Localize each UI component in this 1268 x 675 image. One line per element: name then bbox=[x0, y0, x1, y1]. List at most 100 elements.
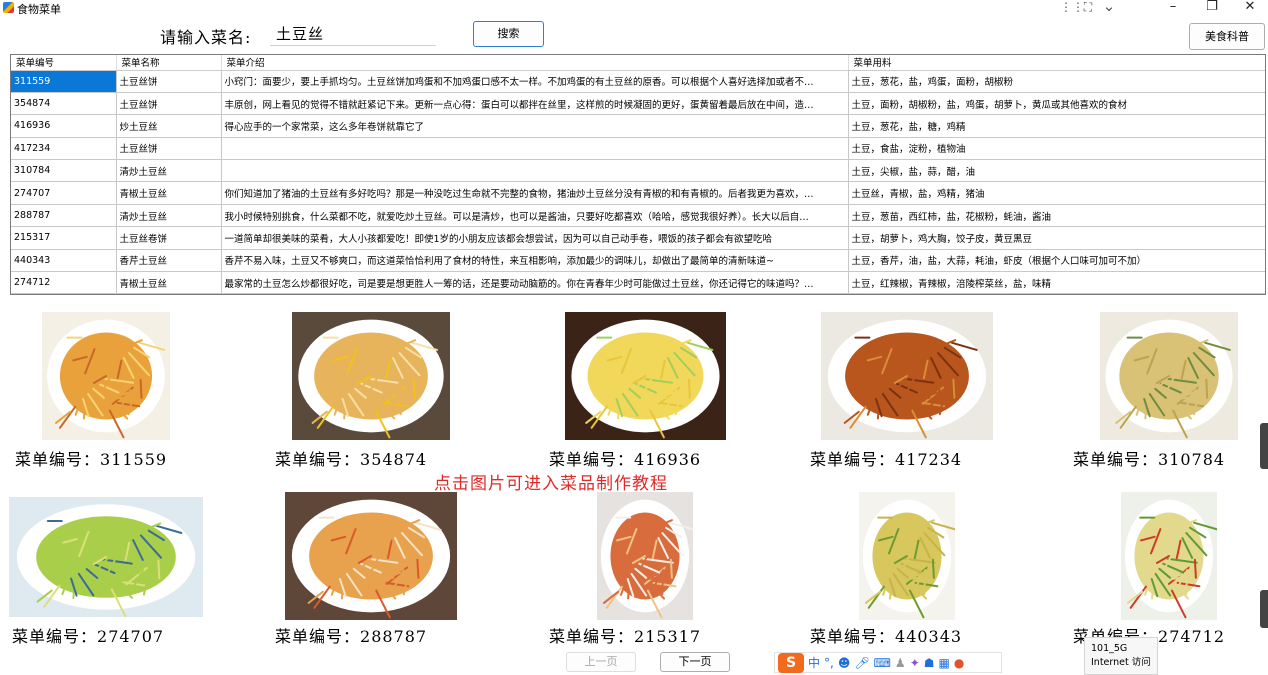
side-edge-handle[interactable] bbox=[1260, 423, 1268, 469]
cell-id[interactable]: 310784 bbox=[11, 159, 117, 183]
menu-table[interactable]: 菜单编号 菜单名称 菜单介绍 菜单用料 311559 土豆丝饼 小窍门：面要少，要上… bbox=[10, 54, 1266, 295]
column-header-intro[interactable]: 菜单介绍 bbox=[221, 55, 849, 71]
chevron-down-icon[interactable]: ⌄ bbox=[1100, 0, 1118, 15]
cell-id[interactable]: 288787 bbox=[11, 204, 117, 228]
table-row[interactable]: 274707 青椒土豆丝 你们知道加了猪油的土豆丝有多好吃吗？那是一种没吃过生命就不… bbox=[11, 181, 1265, 205]
cell-name[interactable]: 土豆丝饼 bbox=[116, 92, 222, 116]
cell-ingredients[interactable]: 土豆，胡萝卜，鸡大胸，饺子皮，黄豆黑豆 bbox=[848, 226, 1265, 250]
skin-icon[interactable]: ♟ bbox=[895, 656, 906, 670]
caption-prefix: 菜单编号： bbox=[15, 450, 101, 469]
cell-intro[interactable]: 你们知道加了猪油的土豆丝有多好吃吗？那是一种没吃过生命就不完整的食物，猪油炒土豆… bbox=[221, 181, 849, 205]
cell-name[interactable]: 土豆丝饼 bbox=[116, 70, 222, 93]
sogou-logo-icon[interactable]: S bbox=[778, 652, 804, 673]
maximize-button[interactable]: ❐ bbox=[1192, 0, 1232, 15]
tomato-potato-photo[interactable] bbox=[285, 492, 457, 620]
column-header-ingredients[interactable]: 菜单用料 bbox=[848, 55, 1265, 71]
stir-fried-potato-photo[interactable] bbox=[1100, 312, 1238, 440]
cell-name[interactable]: 青椒土豆丝 bbox=[116, 271, 222, 294]
chili-potato-photo[interactable] bbox=[1121, 492, 1217, 620]
keyboard-icon[interactable]: ⌨ bbox=[874, 656, 891, 670]
cell-name[interactable]: 清炒土豆丝 bbox=[116, 159, 222, 183]
column-header-id[interactable]: 菜单编号 bbox=[11, 55, 117, 71]
potato-nest-egg-photo[interactable] bbox=[292, 312, 450, 440]
cell-intro[interactable]: 丰原创，网上看见的觉得不错就赶紧记下来。更新一点心得：蛋白可以都拌在丝里，这样煎… bbox=[221, 92, 849, 116]
cell-ingredients[interactable]: 土豆，葱苗，西红柿，盐，花椒粉，蚝油，酱油 bbox=[848, 204, 1265, 228]
cell-ingredients[interactable]: 土豆，红辣椒，青辣椒，涪陵榨菜丝，盐，味精 bbox=[848, 271, 1265, 294]
table-row[interactable]: 416936 炒土豆丝 得心应手的一个家常菜，这么多年卷饼就靠它了 土豆，葱花，盐，糖… bbox=[11, 114, 1265, 138]
cell-intro[interactable]: 一道简单却很美味的菜肴，大人小孩都爱吃！即使1岁的小朋友应该都会想尝试，因为可以… bbox=[221, 226, 849, 250]
table-row[interactable]: 310784 清炒土豆丝 土豆，尖椒，盐，蒜，醋，油 bbox=[11, 159, 1265, 183]
food-science-button[interactable]: 美食科普 bbox=[1189, 23, 1265, 50]
cell-id[interactable]: 215317 bbox=[11, 226, 117, 250]
shredded-potato-photo[interactable] bbox=[565, 312, 726, 440]
table-row[interactable]: 274712 青椒土豆丝 最家常的土豆怎么炒都很好吃，司是要是想更胜人一筹的话，还是… bbox=[11, 271, 1265, 294]
cell-intro[interactable]: 小窍门：面要少，要上手抓均匀。土豆丝饼加鸡蛋和不加鸡蛋口感不太一样。不加鸡蛋的有… bbox=[221, 70, 849, 93]
cell-ingredients[interactable]: 土豆，葱花，盐，鸡蛋，面粉，胡椒粉 bbox=[848, 70, 1265, 93]
prev-page-button[interactable]: 上一页 bbox=[566, 652, 636, 672]
emoji-icon[interactable]: ☻ bbox=[838, 656, 851, 670]
cell-intro[interactable]: 最家常的土豆怎么炒都很好吃，司是要是想更胜人一筹的话，还是要动动脑筋的。你在青春… bbox=[221, 271, 849, 294]
caption-prefix: 菜单编号： bbox=[810, 450, 896, 469]
cell-name[interactable]: 香芹土豆丝 bbox=[116, 249, 222, 273]
cell-id[interactable]: 417234 bbox=[11, 137, 117, 161]
grid-icon[interactable]: ▦ bbox=[939, 656, 950, 670]
cell-id[interactable]: 274712 bbox=[11, 271, 117, 294]
green-pepper-potato-photo[interactable] bbox=[9, 497, 203, 617]
drag-grip-icon[interactable]: ⋮⋮ bbox=[1060, 0, 1084, 14]
crispy-potato-cake-photo[interactable] bbox=[821, 312, 993, 440]
cell-name[interactable]: 青椒土豆丝 bbox=[116, 181, 222, 205]
table-row[interactable]: 288787 清炒土豆丝 我小时候特别挑食，什么菜都不吃，就爱吃炒土豆丝。可以是清炒… bbox=[11, 204, 1265, 228]
side-edge-handle[interactable] bbox=[1260, 590, 1268, 628]
potato-pancake-photo[interactable] bbox=[42, 312, 170, 440]
cell-name[interactable]: 土豆丝饼 bbox=[116, 137, 222, 161]
minimize-button[interactable]: – bbox=[1153, 0, 1193, 15]
ime-mode-chinese[interactable]: 中 bbox=[808, 654, 820, 671]
user-icon[interactable]: ● bbox=[954, 656, 964, 670]
ime-toolbar[interactable]: S 中 °, ☻ 🎤︎ ⌨ ♟ ✦ ☗ ▦ ● bbox=[774, 652, 1002, 673]
cell-name[interactable]: 土豆丝卷饼 bbox=[116, 226, 222, 250]
cell-intro[interactable]: 得心应手的一个家常菜，这么多年卷饼就靠它了 bbox=[221, 114, 849, 138]
search-input[interactable] bbox=[270, 22, 436, 46]
table-row[interactable]: 440343 香芹土豆丝 香芹不易入味，土豆又不够爽口，而这道菜恰恰利用了食材的特性… bbox=[11, 249, 1265, 273]
cell-id[interactable]: 440343 bbox=[11, 249, 117, 273]
table-row[interactable]: 417234 土豆丝饼 土豆，食盐，淀粉，植物油 bbox=[11, 137, 1265, 161]
cell-intro[interactable] bbox=[221, 159, 849, 183]
toolbox-icon[interactable]: ✦ bbox=[910, 656, 920, 670]
dish-id-caption: 菜单编号：310784 bbox=[1073, 446, 1225, 470]
table-row[interactable]: 354874 土豆丝饼 丰原创，网上看见的觉得不错就赶紧记下来。更新一点心得：蛋白可… bbox=[11, 92, 1265, 116]
cell-ingredients[interactable]: 土豆，食盐，淀粉，植物油 bbox=[848, 137, 1265, 161]
caption-dish-id: 311559 bbox=[100, 450, 168, 469]
cell-id[interactable]: 274707 bbox=[11, 181, 117, 205]
cell-intro[interactable] bbox=[221, 137, 849, 161]
cell-intro[interactable]: 香芹不易入味，土豆又不够爽口，而这道菜恰恰利用了食材的特性，来互相影响，添加最少… bbox=[221, 249, 849, 273]
cell-id[interactable]: 311559 bbox=[11, 70, 117, 93]
caption-prefix: 菜单编号： bbox=[1073, 450, 1159, 469]
game-icon[interactable]: ☗ bbox=[924, 656, 935, 670]
cell-id[interactable]: 416936 bbox=[11, 114, 117, 138]
caption-dish-id: 416936 bbox=[634, 450, 702, 469]
table-row[interactable]: 215317 土豆丝卷饼 一道简单却很美味的菜肴，大人小孩都爱吃！即使1岁的小朋友应… bbox=[11, 226, 1265, 250]
potato-wrap-platter-photo[interactable] bbox=[597, 492, 693, 620]
cell-name[interactable]: 炒土豆丝 bbox=[116, 114, 222, 138]
dish-id-caption: 菜单编号：215317 bbox=[549, 623, 701, 647]
celery-potato-photo[interactable] bbox=[859, 492, 955, 620]
cell-ingredients[interactable]: 土豆，尖椒，盐，蒜，醋，油 bbox=[848, 159, 1265, 183]
next-page-button[interactable]: 下一页 bbox=[660, 652, 730, 672]
caption-dish-id: 417234 bbox=[895, 450, 963, 469]
close-button[interactable]: ✕ bbox=[1230, 0, 1268, 15]
cell-intro[interactable]: 我小时候特别挑食，什么菜都不吃，就爱吃炒土豆丝。可以是清炒，也可以是酱油，只要好… bbox=[221, 204, 849, 228]
cell-ingredients[interactable]: 土豆，香芹，油，盐，大蒜，耗油，虾皮（根据个人口味可加可不加） bbox=[848, 249, 1265, 273]
cell-name[interactable]: 清炒土豆丝 bbox=[116, 204, 222, 228]
mic-icon[interactable]: 🎤︎ bbox=[854, 656, 869, 670]
search-button[interactable]: 搜索 bbox=[473, 21, 544, 47]
table-row[interactable]: 311559 土豆丝饼 小窍门：面要少，要上手抓均匀。土豆丝饼加鸡蛋和不加鸡蛋口感不… bbox=[11, 70, 1265, 93]
cell-ingredients[interactable]: 土豆，面粉，胡椒粉，盐，鸡蛋，胡萝卜，黄瓜或其他喜欢的食材 bbox=[848, 92, 1265, 116]
ime-punctuation-icon[interactable]: °, bbox=[824, 656, 834, 670]
caption-dish-id: 274707 bbox=[97, 627, 165, 646]
expand-icon[interactable]: ⛶ bbox=[1079, 0, 1097, 15]
column-header-name[interactable]: 菜单名称 bbox=[116, 55, 222, 71]
cell-id[interactable]: 354874 bbox=[11, 92, 117, 116]
cell-ingredients[interactable]: 土豆，葱花，盐，糖，鸡精 bbox=[848, 114, 1265, 138]
window-title: 食物菜单 bbox=[17, 3, 61, 16]
cell-ingredients[interactable]: 土豆丝，青椒，盐，鸡精，猪油 bbox=[848, 181, 1265, 205]
